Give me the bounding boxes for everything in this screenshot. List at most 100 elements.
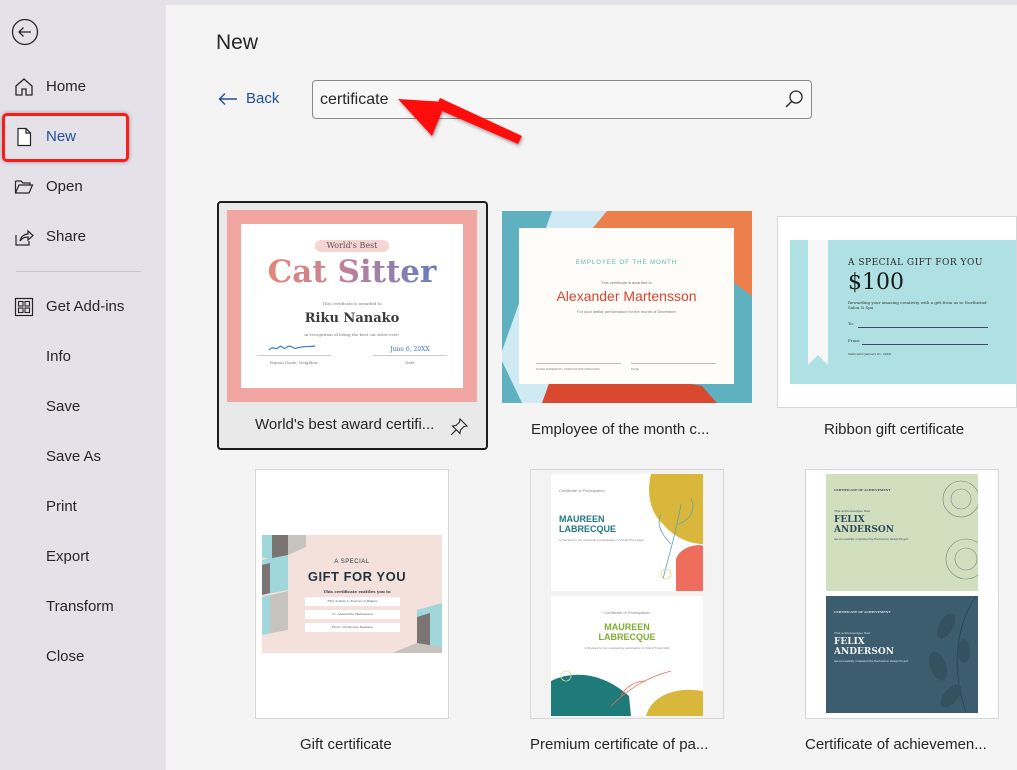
sidebar-item-label: Save [46, 398, 81, 415]
backstage-sidebar: Home New Open Share Get Add-ins Info Sav… [0, 0, 165, 770]
sidebar-item-label: Home [46, 78, 87, 95]
preview-badge: World's Best [315, 240, 389, 252]
preview-text: KIANA ANDERSON, OPERATIONS MANAGER [536, 367, 600, 371]
sidebar-item-home[interactable]: Home [0, 67, 165, 107]
sidebar-item-save-as[interactable]: Save As [0, 437, 165, 477]
sidebar-item-label: Share [46, 228, 87, 245]
preview-text: Rewarding your amazing creativity with a… [848, 300, 987, 310]
preview-heading: A SPECIAL GIFT FOR YOU [848, 258, 983, 268]
back-label: Back [246, 90, 280, 107]
preview-name: Alexander Martensson [556, 288, 697, 304]
template-caption: Gift certificate [300, 736, 392, 753]
search-icon[interactable] [783, 88, 805, 110]
sidebar-item-open[interactable]: Open [0, 167, 165, 207]
template-card-worlds-best[interactable]: World's Best Cat Sitter This certificate… [217, 201, 488, 450]
sidebar-item-save[interactable]: Save [0, 387, 165, 427]
preview-name-line: FELIX [834, 637, 865, 647]
preview-headline: Cat Sitter [241, 254, 463, 290]
folder-open-icon [14, 180, 34, 194]
preview-name-line: MAUREEN [559, 514, 605, 524]
sidebar-item-export[interactable]: Export [0, 537, 165, 577]
preview-text: has successfully completed the Restorati… [834, 660, 909, 663]
sidebar-item-print[interactable]: Print [0, 487, 165, 527]
search-input[interactable] [320, 89, 760, 111]
preview-text: Fifty dollars to Fourwood Bakery [305, 597, 400, 606]
template-thumbnail: A SPECIAL GIFT FOR YOU This certificate … [255, 469, 449, 719]
preview-text: From: Christophe Beaulieu [305, 623, 400, 632]
preview-name: MAUREEN LABRECQUE [551, 622, 703, 642]
page-title: New [216, 31, 259, 54]
preview-text: From: [848, 338, 861, 343]
home-icon [15, 78, 33, 96]
template-card-gift-certificate[interactable]: A SPECIAL GIFT FOR YOU This certificate … [255, 469, 449, 759]
template-card-premium-participation[interactable]: Certificate of Participation MAUREEN LAB… [530, 469, 724, 759]
template-caption: World's best award certifi... [255, 416, 435, 433]
sidebar-item-label: Save As [46, 448, 102, 465]
preview-text: This acknowledges that [834, 509, 870, 513]
preview-text: Valid until January 01, 20XX [848, 352, 891, 356]
preview-text: This certificate is awarded to [322, 301, 382, 306]
sidebar-item-close[interactable]: Close [0, 637, 165, 677]
signature-graphic [268, 345, 316, 351]
template-caption: Certificate of achievemen... [805, 736, 987, 753]
sidebar-item-label: Open [46, 178, 83, 195]
preview-name-line: ANDERSON [834, 525, 894, 535]
preview-heading: CERTIFICATE OF ACHIEVEMENT [834, 488, 891, 492]
template-thumbnail: World's Best Cat Sitter This certificate… [227, 210, 477, 402]
preview-name: MAUREEN LABRECQUE [559, 514, 616, 534]
template-card-ribbon-gift[interactable]: A SPECIAL GIFT FOR YOU $100 Rewarding yo… [777, 210, 1017, 447]
preview-text: is thanked for her outstanding participa… [559, 538, 644, 542]
preview-text: Payton Davis, Neighbor [270, 360, 318, 365]
sidebar-item-new[interactable]: New [0, 117, 165, 157]
preview-name-line: LABRECQUE [598, 632, 656, 642]
pin-icon[interactable] [449, 417, 469, 437]
preview-text: To: Alexandria Martensson [305, 610, 400, 619]
preview-text: in recognition of being the best cat sit… [304, 332, 400, 337]
preview-name: FELIX ANDERSON [834, 515, 894, 535]
preview-text: Date [405, 360, 415, 365]
preview-heading: Certificate of Participation [604, 610, 650, 615]
template-thumbnail: CERTIFICATE OF ACHIEVEMENT This acknowle… [805, 469, 999, 719]
template-thumbnail: EMPLOYEE OF THE MONTH This certificate i… [502, 211, 752, 403]
template-caption: Premium certificate of pa... [530, 736, 709, 753]
sidebar-item-info[interactable]: Info [0, 337, 165, 377]
sidebar-item-transform[interactable]: Transform [0, 587, 165, 627]
left-arrow-icon [218, 92, 237, 105]
preview-name: FELIX ANDERSON [834, 637, 894, 657]
sidebar-item-share[interactable]: Share [0, 217, 165, 257]
preview-text: This certificate entitles you to [323, 589, 391, 594]
sidebar-item-label: Get Add-ins [46, 298, 125, 315]
preview-heading: GIFT FOR YOU [307, 569, 407, 584]
template-thumbnail: A SPECIAL GIFT FOR YOU $100 Rewarding yo… [777, 216, 1017, 408]
preview-amount: $100 [848, 270, 904, 295]
preview-heading: EMPLOYEE OF THE MONTH [575, 260, 678, 266]
template-card-certificate-achievement[interactable]: CERTIFICATE OF ACHIEVEMENT This acknowle… [805, 469, 999, 759]
preview-name-line: LABRECQUE [559, 524, 617, 534]
sidebar-item-get-add-ins[interactable]: Get Add-ins [0, 287, 165, 327]
back-button[interactable]: Back [218, 90, 279, 107]
sidebar-item-label: New [46, 128, 77, 145]
sidebar-item-label: Transform [46, 598, 114, 615]
template-search-box[interactable] [312, 80, 812, 119]
preview-text: has successfully completed the Restorati… [834, 538, 909, 541]
preview-heading: CERTIFICATE OF ACHIEVEMENT [834, 610, 891, 614]
cube-pattern-graphic [262, 535, 442, 653]
preview-text: For your stellar performance for the mon… [577, 309, 676, 314]
back-arrow-circle-icon[interactable] [11, 18, 39, 46]
template-card-employee-of-month[interactable]: EMPLOYEE OF THE MONTH This certificate i… [501, 210, 752, 447]
add-ins-grid-icon [14, 297, 34, 317]
preview-text: This acknowledges that [834, 631, 870, 635]
preview-name-line: FELIX [834, 515, 865, 525]
template-thumbnail: Certificate of Participation MAUREEN LAB… [530, 469, 724, 719]
template-caption: Ribbon gift certificate [824, 421, 965, 438]
sidebar-item-label: Print [46, 498, 77, 515]
share-icon [15, 229, 34, 246]
preview-kicker: A SPECIAL [334, 559, 370, 565]
preview-text: To: [848, 321, 855, 326]
preview-name: Riku Nanako [304, 311, 400, 326]
new-document-icon [17, 127, 32, 147]
ribbon-graphic [808, 240, 828, 365]
preview-name-line: MAUREEN [604, 622, 650, 632]
template-caption: Employee of the month c... [531, 421, 710, 438]
preview-date: June 6, 20XX [390, 346, 430, 353]
